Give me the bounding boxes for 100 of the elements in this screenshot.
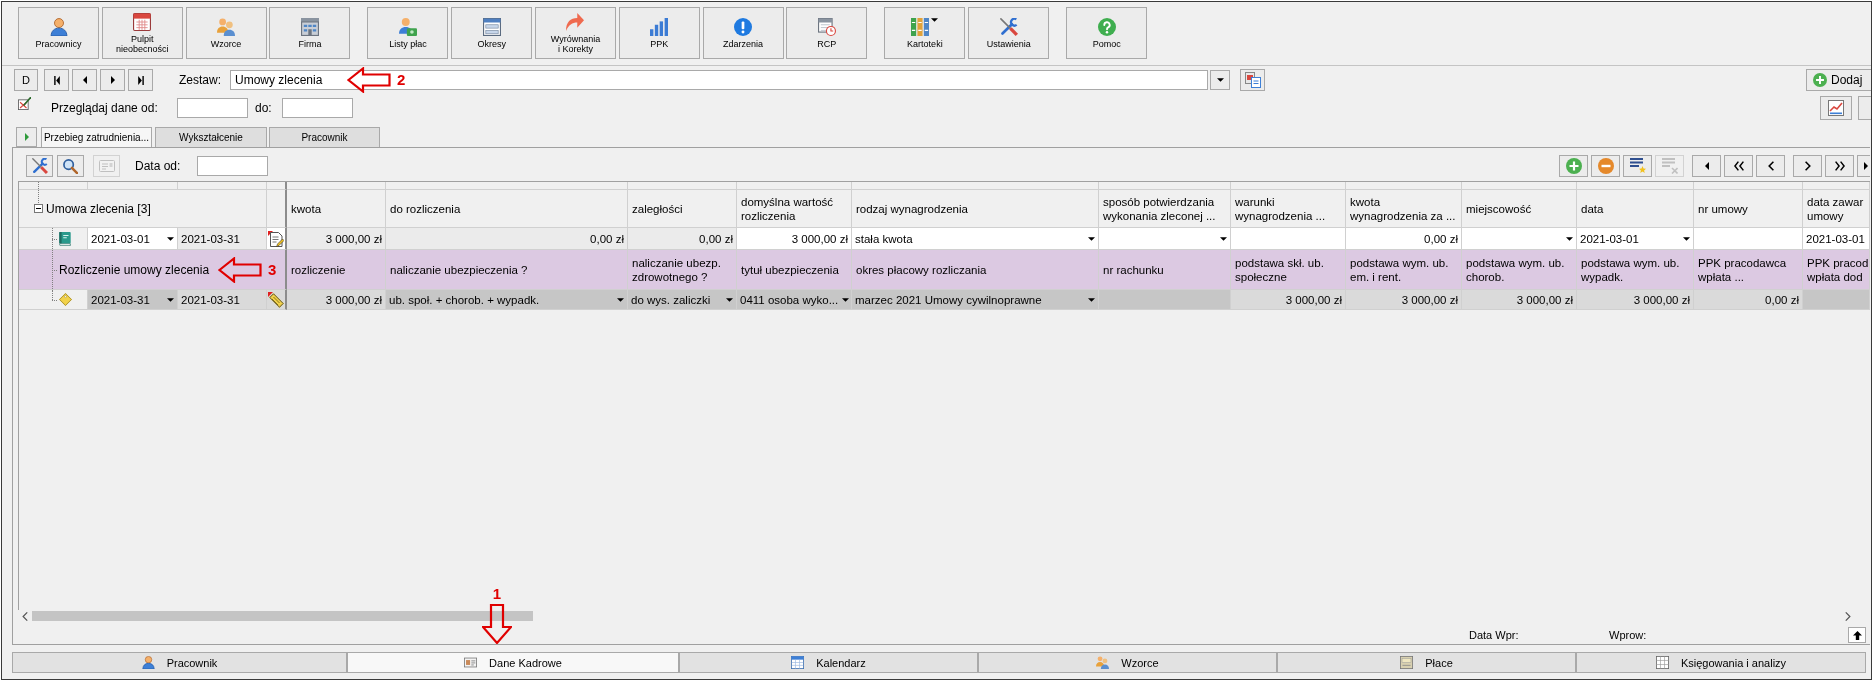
bar-chart-icon (650, 17, 669, 36)
table-dropdown[interactable]: stała kwota (852, 228, 1099, 250)
table-cell: podstawa wym. ub. chorob. (1462, 250, 1577, 290)
chevron-left-icon (1767, 161, 1774, 171)
dropdown-button[interactable] (1210, 70, 1230, 90)
toolbar-button[interactable] (1825, 155, 1854, 177)
horizontal-scrollbar[interactable] (22, 610, 1851, 622)
table-cell: podstawa wym. ub. wypadk. (1577, 250, 1694, 290)
toolbar-button[interactable]: Zdarzenia (702, 7, 784, 59)
caret-icon (1220, 236, 1227, 241)
triangle-right-icon (24, 133, 29, 141)
toolbar-button[interactable] (1857, 155, 1870, 177)
caret-icon (1216, 78, 1224, 82)
toolbar-button[interactable] (1756, 155, 1785, 177)
toolbar-button[interactable]: Wyrównania i Korekty (535, 7, 616, 59)
person-icon (49, 17, 68, 36)
tab[interactable]: Wykształcenie (155, 127, 267, 147)
toolbar-button[interactable]: Pulpit nieobecności (101, 7, 183, 59)
module-tab[interactable]: Wzorce (978, 652, 1277, 673)
caret-icon (842, 297, 850, 302)
table-cell: 0,00 zł (628, 228, 737, 250)
table-cell: 3 000,00 zł (737, 228, 852, 250)
checkbox-pencil-icon[interactable] (18, 97, 31, 110)
caret-icon (931, 17, 939, 22)
up-arrow-icon (1852, 630, 1862, 640)
table-dropdown[interactable]: marzec 2021 Umowy cywilnoprawne (852, 290, 1099, 310)
expand-button[interactable] (16, 127, 37, 147)
double-chevron-right-icon (1834, 161, 1845, 171)
scroll-top-button[interactable] (1848, 627, 1866, 643)
toolbar-button[interactable] (1793, 155, 1822, 177)
tab[interactable]: Pracownik (269, 127, 380, 147)
triangle-right-icon (1864, 162, 1868, 170)
add-button[interactable]: Dodaj (1806, 69, 1871, 91)
table-cell: 3 000,00 zł (1231, 290, 1346, 310)
date-field[interactable] (282, 98, 353, 118)
minus-icon (1597, 158, 1614, 174)
table-cell: PPK pracod wpłata dod (1803, 250, 1870, 290)
toolbar-button[interactable]: Okresy (451, 7, 533, 59)
list-clear-icon (1661, 158, 1678, 174)
table-cell: 2021-03-31 (178, 228, 267, 250)
module-tab[interactable]: Kalendarz (679, 652, 978, 673)
table-cell: 0,00 zł (386, 228, 628, 250)
toolbar-button[interactable]: Listy płac (367, 7, 449, 59)
toolbar-button[interactable]: RCP (786, 7, 868, 59)
binders-icon (911, 17, 930, 36)
date-field[interactable] (177, 98, 248, 118)
date-field[interactable] (197, 156, 268, 176)
tools-icon (999, 17, 1018, 36)
person-icon (141, 656, 155, 669)
table-cell: tytuł ubezpieczenia (737, 250, 852, 290)
person-banknote-icon (398, 17, 417, 36)
nav-button[interactable] (72, 69, 97, 91)
module-tab[interactable]: Księgowania i analizy (1576, 652, 1866, 673)
tab[interactable]: Przebieg zatrudnienia... (41, 127, 152, 147)
group-label: Umowa zlecenia [3] (46, 201, 151, 216)
toolbar-button[interactable]: PPK (618, 7, 700, 59)
caret-icon (167, 297, 174, 302)
table-cell: 3 000,00 zł (1346, 290, 1462, 310)
double-chevron-left-icon (1733, 161, 1744, 171)
table-dropdown[interactable]: 2021-03-31 (88, 290, 178, 310)
table-dropdown[interactable]: 2021-03-01 (1577, 228, 1694, 250)
table-dropdown[interactable]: do wys. zaliczki (628, 290, 737, 310)
triangle-left-icon (82, 76, 87, 84)
table-cell: 2021-03-31 (178, 290, 267, 310)
table-dropdown[interactable]: 2021-03-01 (88, 228, 178, 250)
chevron-right-icon (1845, 611, 1851, 621)
plus-icon (1813, 73, 1827, 87)
field-label: do: (255, 101, 273, 115)
building-icon (300, 17, 319, 36)
nav-button[interactable] (100, 69, 125, 91)
table-cell: podstawa skł. ub. społeczne (1231, 250, 1346, 290)
nav-button[interactable]: D (14, 69, 38, 91)
documents-icon (1244, 72, 1261, 88)
module-tab[interactable]: Pracownik (12, 652, 347, 673)
calendar-icon (133, 12, 152, 31)
status-label: Wprow: (1609, 629, 1648, 641)
tools-icon (31, 158, 48, 174)
nav-button[interactable] (128, 69, 153, 91)
table-cell: 0,00 zł (1694, 290, 1803, 310)
toolbar-button[interactable]: Firma (269, 7, 351, 59)
module-tab[interactable]: Płace (1277, 652, 1576, 673)
table-dropdown[interactable]: ub. społ. + chorob. + wypadk. (386, 290, 628, 310)
nav-button[interactable] (44, 69, 69, 91)
row-label: Rozliczenie umowy zlecenia (59, 262, 210, 277)
toolbar-button[interactable]: Kartoteki (884, 7, 966, 59)
id-card-icon (464, 656, 478, 669)
toolbar-button[interactable]: Wzorce (185, 7, 267, 59)
outline-arrow-icon (482, 604, 512, 644)
scrollbar-thumb[interactable] (32, 611, 533, 621)
collapse-icon[interactable] (34, 204, 43, 213)
chevron-left-icon (22, 611, 28, 621)
list-star-icon (1629, 158, 1646, 174)
table-cell: 3 000,00 zł (287, 290, 386, 310)
toolbar-button[interactable]: Ustawienia (968, 7, 1050, 59)
toolbar-button[interactable]: Pracownicy (18, 7, 99, 59)
module-tab[interactable]: Dane Kadrowe (347, 652, 679, 673)
toolbar-button[interactable] (1724, 155, 1753, 177)
toolbar-button[interactable]: Pomoc (1066, 7, 1148, 59)
table-dropdown[interactable]: 0411 osoba wyko... (737, 290, 852, 310)
toolbar-button[interactable] (1623, 155, 1652, 177)
